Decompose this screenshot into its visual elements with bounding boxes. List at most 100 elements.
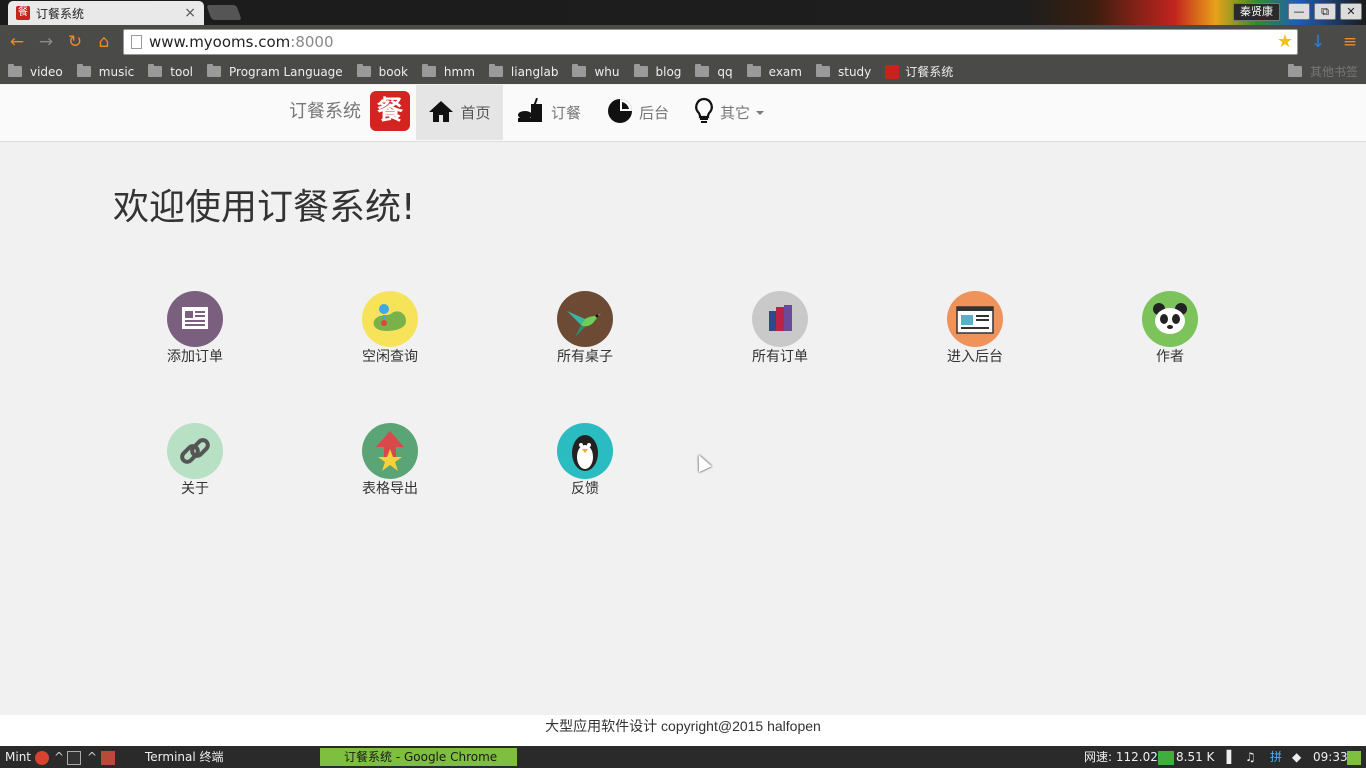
terminal-launcher-icon[interactable] xyxy=(67,746,81,768)
bookmark-folder[interactable]: tool xyxy=(148,62,193,82)
signal-icon[interactable]: ▐ xyxy=(1222,746,1231,768)
tile-all-orders[interactable]: 所有订单 xyxy=(720,291,840,366)
books-icon xyxy=(752,291,808,347)
tile-free-query[interactable]: 空闲查询 xyxy=(330,291,450,366)
new-tab-button[interactable] xyxy=(206,5,242,20)
bookmarks-bar: video music tool Program Language book h… xyxy=(0,59,1366,84)
tile-export-table[interactable]: 表格导出 xyxy=(330,423,450,498)
tile-feedback[interactable]: 反馈 xyxy=(525,423,645,498)
tile-label: 表格导出 xyxy=(362,481,418,497)
os-taskbar: Mint ^ ^ Terminal 终端 订餐系统 - Google Chrom… xyxy=(0,746,1366,768)
browser-tab[interactable]: 餐 订餐系统 × xyxy=(8,1,204,25)
nav-other-dropdown[interactable]: 其它 xyxy=(694,85,765,140)
download-arrow-icon[interactable]: ↓ xyxy=(1308,32,1328,52)
folder-icon xyxy=(1287,64,1302,77)
folder-icon xyxy=(207,64,221,77)
bookmark-label: blog xyxy=(655,64,682,79)
tile-all-tables[interactable]: 所有桌子 xyxy=(525,291,645,366)
close-window-button[interactable]: ✕ xyxy=(1340,3,1362,20)
clock[interactable]: 09:33 xyxy=(1313,746,1348,768)
tile-label: 所有桌子 xyxy=(557,349,613,365)
bookmark-folder[interactable]: blog xyxy=(633,62,682,82)
back-arrow-icon[interactable]: ← xyxy=(7,32,27,52)
bookmark-label: hmm xyxy=(443,64,475,79)
other-bookmarks-label: 其他书签 xyxy=(1309,65,1358,79)
bookmark-folder[interactable]: qq xyxy=(695,62,733,82)
chevron-up-icon[interactable]: ^ xyxy=(87,746,97,768)
bookmark-folder[interactable]: Program Language xyxy=(207,62,343,82)
bookmark-folder[interactable]: hmm xyxy=(421,62,475,82)
bookmark-site[interactable]: 订餐系统 xyxy=(885,62,953,82)
address-bar[interactable]: www.myooms.com:8000 ★ xyxy=(123,29,1298,55)
other-bookmarks[interactable]: 其他书签 xyxy=(1287,63,1358,80)
minimize-button[interactable]: — xyxy=(1288,3,1310,20)
start-menu[interactable]: Mint xyxy=(5,746,31,768)
bookmark-label: 订餐系统 xyxy=(905,65,954,79)
brand-logo[interactable]: 餐 xyxy=(370,91,410,131)
chevron-up-icon[interactable]: ^ xyxy=(54,746,64,768)
site-favicon-icon xyxy=(885,64,900,79)
url-port: :8000 xyxy=(290,33,334,51)
page-footer: 大型应用软件设计 copyright@2015 halfopen xyxy=(0,715,1366,746)
nav-order[interactable]: 订餐 xyxy=(517,85,581,140)
show-desktop-icon[interactable] xyxy=(1347,746,1361,768)
home-button-icon[interactable]: ⌂ xyxy=(94,32,114,52)
hummingbird-icon xyxy=(557,291,613,347)
bookmark-label: book xyxy=(378,64,408,79)
site-favicon-icon: 餐 xyxy=(16,6,30,20)
profile-name[interactable]: 秦贤康 xyxy=(1233,3,1280,21)
bookmark-folder[interactable]: book xyxy=(356,62,408,82)
restore-button[interactable]: ⧉ xyxy=(1314,3,1336,20)
nav-admin[interactable]: 后台 xyxy=(607,85,669,140)
ime-indicator[interactable]: 拼 xyxy=(1270,746,1282,768)
bookmark-folder[interactable]: exam xyxy=(746,62,802,82)
bookmark-star-icon[interactable]: ★ xyxy=(1277,30,1293,54)
bookmark-label: tool xyxy=(170,64,193,79)
bookmark-folder[interactable]: lianglab xyxy=(488,62,559,82)
folder-icon xyxy=(76,64,91,77)
brand-name[interactable]: 订餐系统 xyxy=(289,85,361,142)
shield-icon[interactable]: ◆ xyxy=(1292,746,1301,768)
url-host: www.myooms.com xyxy=(149,33,291,51)
folder-icon xyxy=(356,64,371,77)
bookmark-folder[interactable]: music xyxy=(76,62,135,82)
net-speed-down: 网速: 112.02 K xyxy=(1084,750,1170,764)
bookmark-label: study xyxy=(837,64,872,79)
tile-about[interactable]: 关于 xyxy=(135,423,255,498)
tile-add-order[interactable]: 添加订单 xyxy=(135,291,255,366)
bookmark-folder[interactable]: video xyxy=(8,62,63,82)
chevron-down-icon xyxy=(756,110,765,115)
tile-author[interactable]: 作者 xyxy=(1110,291,1230,366)
newspaper-icon xyxy=(167,291,223,347)
chrome-launcher-icon[interactable] xyxy=(35,746,49,768)
nav-home[interactable]: 首页 xyxy=(416,85,503,140)
chrome-menu-icon[interactable]: ≡ xyxy=(1340,32,1360,52)
net-speed-up: 8.51 K xyxy=(1176,750,1215,764)
bookmark-folder[interactable]: study xyxy=(815,62,872,82)
tab-close-icon[interactable]: × xyxy=(184,5,196,21)
volume-icon[interactable]: ♫ xyxy=(1245,746,1256,768)
folder-icon xyxy=(815,64,830,77)
nav-other-label: 其它 xyxy=(720,104,751,122)
folder-icon xyxy=(746,64,761,77)
taskbar-terminal[interactable]: Terminal 终端 xyxy=(121,748,224,766)
tile-label: 添加订单 xyxy=(167,349,223,365)
folder-icon xyxy=(633,64,648,77)
app-launcher-icon[interactable] xyxy=(101,746,115,768)
forward-arrow-icon[interactable]: → xyxy=(36,32,56,52)
bookmark-folder[interactable]: whu xyxy=(572,62,620,82)
pie-chart-icon xyxy=(607,98,633,128)
tile-label: 进入后台 xyxy=(947,349,1003,365)
bookmark-label: qq xyxy=(717,64,733,79)
taskbar-chrome[interactable]: 订餐系统 - Google Chrome xyxy=(320,748,517,766)
folder-icon xyxy=(695,64,710,77)
reload-icon[interactable]: ↻ xyxy=(65,32,85,52)
bookmark-label: music xyxy=(98,64,135,79)
bookmark-label: lianglab xyxy=(510,64,559,79)
tile-label: 所有订单 xyxy=(752,349,808,365)
penguin-icon xyxy=(557,423,613,479)
tile-label: 作者 xyxy=(1156,349,1184,365)
bookmark-label: exam xyxy=(768,64,802,79)
tile-enter-admin[interactable]: 进入后台 xyxy=(915,291,1035,366)
page-icon xyxy=(131,35,142,49)
